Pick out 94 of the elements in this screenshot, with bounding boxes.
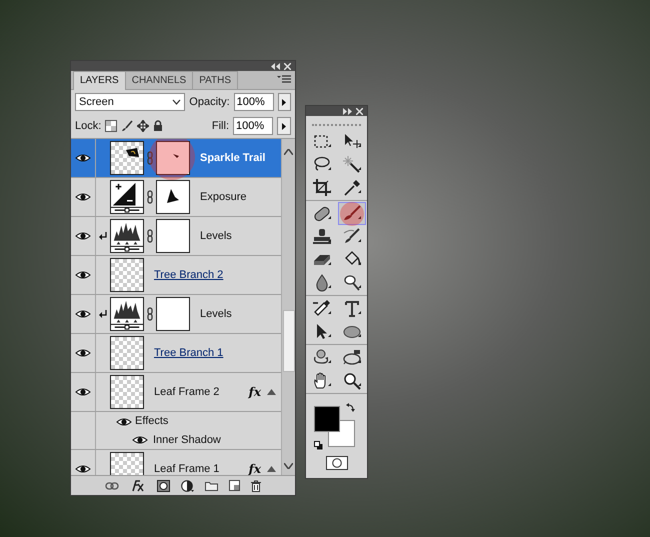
- blend-mode-dropdown[interactable]: Screen: [75, 93, 186, 111]
- layer-thumbnail[interactable]: [110, 258, 144, 292]
- layer-row[interactable]: Tree Branch 1: [71, 334, 281, 373]
- pen-icon: [312, 298, 332, 318]
- chevron-down-icon: [172, 99, 182, 105]
- default-colors-icon[interactable]: [314, 441, 323, 450]
- fill-field[interactable]: 100%: [233, 117, 273, 135]
- scroll-bar[interactable]: [281, 139, 295, 475]
- expand-arrow-icon[interactable]: [267, 389, 276, 395]
- layer-row[interactable]: Levels: [71, 217, 281, 256]
- opacity-arrow-button[interactable]: [278, 93, 291, 111]
- chain-link-icon: [147, 307, 153, 321]
- layer-name: Leaf Frame 1: [154, 462, 220, 475]
- layer-name: Leaf Frame 2: [154, 384, 220, 400]
- eye-icon: [75, 269, 91, 281]
- eye-icon: [75, 347, 91, 359]
- layer-name: Exposure: [200, 190, 246, 205]
- magic-wand-icon: [342, 154, 362, 174]
- crop-icon: [312, 178, 332, 198]
- eyedropper-icon: [342, 178, 362, 198]
- mask-thumbnail[interactable]: [156, 297, 190, 331]
- trash-icon[interactable]: [251, 480, 261, 492]
- swap-colors-icon[interactable]: [346, 402, 356, 412]
- mask-shape-icon: [173, 154, 179, 158]
- eye-icon: [75, 152, 91, 164]
- layer-name: Tree Branch 1: [154, 346, 224, 361]
- caret-right-icon: [282, 98, 286, 106]
- layer-row[interactable]: Tree Branch 2: [71, 256, 281, 295]
- layer-row[interactable]: Exposure: [71, 178, 281, 217]
- expand-arrow-icon[interactable]: [267, 466, 276, 472]
- lock-transparency-icon[interactable]: [105, 120, 118, 132]
- fx-label: fx: [248, 384, 261, 401]
- chain-link-icon: [147, 151, 153, 165]
- layer-name: Tree Branch 2: [154, 268, 224, 283]
- scroll-thumb[interactable]: [282, 310, 294, 372]
- panel-tab[interactable]: PATHS: [192, 71, 238, 89]
- expand-icon[interactable]: [343, 108, 352, 114]
- 3d-orbit-icon: [342, 348, 362, 368]
- lock-label: Lock:: [75, 118, 102, 134]
- layer-mask-icon[interactable]: [157, 480, 170, 492]
- opacity-label: Opacity:: [189, 94, 230, 110]
- close-icon[interactable]: [356, 108, 363, 114]
- layer-name: Levels: [200, 306, 232, 322]
- layer-name: Levels: [200, 228, 232, 244]
- stamp-icon: [312, 226, 332, 246]
- eye-icon[interactable]: [116, 416, 132, 428]
- effect-name: Inner Shadow: [153, 432, 221, 448]
- circle-icon: [332, 458, 342, 468]
- effects-label: Effects: [135, 414, 168, 430]
- mask-thumbnail[interactable]: [156, 141, 190, 175]
- eye-icon[interactable]: [132, 434, 148, 446]
- panel-menu-icon[interactable]: [277, 75, 291, 84]
- layer-thumbnail[interactable]: [110, 141, 144, 175]
- mask-thumbnail[interactable]: [156, 219, 190, 253]
- eye-icon: [75, 463, 91, 475]
- exposure-adjustment-icon[interactable]: [110, 180, 144, 214]
- adjustment-layer-icon[interactable]: [181, 480, 194, 492]
- fx-label: fx: [248, 461, 261, 475]
- padlock-icon[interactable]: [153, 120, 164, 132]
- layer-name: Sparkle Trail: [200, 150, 266, 166]
- panel-tab[interactable]: LAYERS: [73, 71, 126, 90]
- mask-thumbnail[interactable]: [156, 180, 190, 214]
- folder-icon[interactable]: [205, 480, 218, 490]
- opacity-field[interactable]: 100%: [234, 93, 274, 111]
- close-icon[interactable]: [284, 62, 291, 70]
- hand-icon: [312, 370, 332, 390]
- levels-adjustment-icon[interactable]: [110, 297, 144, 331]
- caret-right-icon: [282, 122, 286, 130]
- layer-row[interactable]: Levels: [71, 295, 281, 334]
- eye-icon: [75, 230, 91, 242]
- layer-thumbnail[interactable]: [110, 375, 144, 409]
- link-icon[interactable]: [105, 482, 119, 490]
- type-icon: [342, 298, 362, 318]
- quick-mask-button[interactable]: [326, 456, 348, 470]
- eye-icon: [75, 386, 91, 398]
- layer-row[interactable]: Sparkle Trail: [71, 139, 281, 178]
- eye-icon: [75, 191, 91, 203]
- chain-link-icon: [147, 190, 153, 204]
- layer-row[interactable]: Leaf Frame 2 fx: [71, 373, 281, 412]
- eye-icon: [75, 308, 91, 320]
- fill-label: Fill:: [212, 118, 229, 134]
- fill-arrow-button[interactable]: [277, 117, 291, 135]
- mask-shape-icon: [167, 189, 179, 203]
- effects-icon[interactable]: [130, 480, 146, 492]
- zoom-icon: [342, 370, 362, 390]
- scroll-down-icon[interactable]: [284, 463, 293, 469]
- brush-icon[interactable]: [121, 120, 134, 132]
- scroll-up-icon[interactable]: [284, 149, 293, 155]
- levels-adjustment-icon[interactable]: [110, 219, 144, 253]
- foreground-color-swatch[interactable]: [314, 406, 340, 432]
- move-icon[interactable]: [137, 120, 150, 132]
- chain-link-icon: [147, 229, 153, 243]
- layer-thumbnail[interactable]: [110, 336, 144, 370]
- new-layer-icon[interactable]: [229, 480, 240, 491]
